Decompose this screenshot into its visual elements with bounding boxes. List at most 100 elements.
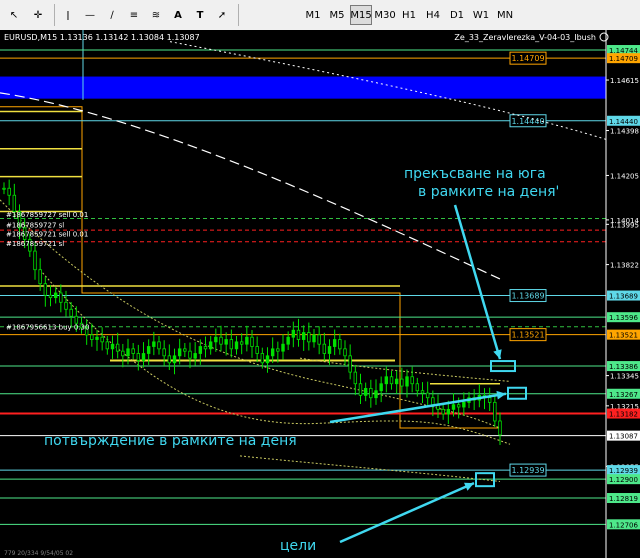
timeframe-button-h4[interactable]: H4 — [422, 5, 444, 25]
timeframe-button-h1[interactable]: H1 — [398, 5, 420, 25]
axis-label-2: 1.14615 — [610, 77, 639, 85]
footer-text: 779 20/334 9/54/05 02 — [4, 550, 73, 557]
crosshair-icon[interactable]: ✛ — [28, 5, 48, 25]
timeframe-button-w1[interactable]: W1 — [470, 5, 492, 25]
candle-body-25 — [131, 348, 135, 354]
candle-body-34 — [177, 348, 182, 357]
candle-body-48 — [250, 336, 254, 347]
axis-label-3: 1.14440 — [609, 118, 638, 126]
candle-body-82 — [425, 392, 430, 399]
candle-body-49 — [255, 346, 259, 354]
candle-body-32 — [167, 355, 172, 364]
candle-body-19 — [100, 336, 104, 343]
axis-label-5: 1.14205 — [610, 172, 639, 180]
axis-label-1: 1.14709 — [609, 55, 638, 63]
axis-label-8: 1.13822 — [610, 262, 639, 270]
candle-body-23 — [121, 350, 125, 357]
candle-body-0 — [2, 187, 6, 190]
candle-body-87 — [451, 404, 456, 410]
annotation-breakout-line1: прекъсване на юга — [404, 166, 546, 182]
supply-zone — [0, 76, 606, 99]
symbol-info: EURUSD,M15 1.13136 1.13142 1.13084 1.130… — [4, 33, 200, 42]
candle-body-37 — [193, 353, 197, 359]
candle-body-41 — [214, 336, 218, 343]
timeframe-button-mn[interactable]: MN — [494, 5, 516, 25]
candle-body-69 — [358, 383, 363, 396]
label-icon[interactable]: T — [190, 5, 210, 25]
candle-body-67 — [348, 355, 352, 373]
annotation-confirm: потвърждение в рамките на деня — [44, 433, 297, 449]
candle-body-51 — [265, 355, 270, 364]
order-label-0: #1867859727 sell 0.01 — [6, 211, 88, 219]
channel-icon[interactable]: ≡ — [124, 5, 144, 25]
candle-body-86 — [446, 408, 451, 415]
axis-label-19: 1.12939 — [609, 467, 638, 475]
candle-body-18 — [95, 336, 99, 340]
candle-body-36 — [188, 350, 192, 359]
timeframe-button-d1[interactable]: D1 — [446, 5, 468, 25]
candle-body-50 — [260, 353, 265, 364]
candle-body-66 — [343, 348, 347, 357]
candle-body-75 — [389, 376, 394, 385]
price-chart[interactable]: 1.14709 1.14440 1.13689 1.13521 1.12939 #186… — [0, 30, 640, 558]
candle-body-81 — [420, 390, 425, 394]
candle-body-45 — [234, 341, 239, 350]
axis-label-10: 1.13596 — [609, 314, 638, 322]
candle-body-56 — [291, 329, 296, 338]
timeframe-button-m15[interactable]: M15 — [350, 5, 372, 25]
candle-body-71 — [369, 387, 373, 399]
trendline-icon[interactable]: ∕ — [102, 5, 122, 25]
candle-body-39 — [203, 346, 208, 350]
axis-label-20: 1.12900 — [609, 476, 638, 484]
candle-body-94 — [487, 397, 492, 403]
candle-body-59 — [307, 332, 311, 343]
candle-body-7 — [38, 269, 42, 285]
candle-body-80 — [415, 383, 420, 392]
candle-body-6 — [33, 250, 37, 271]
candle-body-22 — [115, 343, 120, 352]
candle-body-52 — [270, 348, 275, 357]
cursor-icon[interactable]: ↖ — [4, 5, 24, 25]
candle-body-44 — [229, 339, 234, 350]
timeframe-button-m5[interactable]: M5 — [326, 5, 348, 25]
annotation-targets: цели — [280, 538, 316, 554]
candle-body-73 — [379, 383, 383, 392]
timeframe-button-m30[interactable]: M30 — [374, 5, 396, 25]
axis-label-16: 1.13182 — [609, 411, 638, 419]
timeframe-button-m1[interactable]: M1 — [302, 5, 324, 25]
candle-body-62 — [322, 343, 327, 354]
candle-body-68 — [353, 371, 358, 385]
candle-body-83 — [431, 397, 435, 406]
axis-label-22: 1.12706 — [609, 521, 638, 529]
candle-body-17 — [90, 334, 94, 340]
level-tag-10: 1.12939 — [511, 466, 544, 475]
axis-label-4: 1.14398 — [610, 128, 639, 136]
vertical-line-icon[interactable]: ǀ — [58, 5, 78, 25]
candle-body-9 — [48, 294, 53, 299]
text-icon[interactable]: A — [168, 5, 188, 25]
candle-body-79 — [410, 376, 414, 385]
candle-body-8 — [43, 283, 48, 296]
horizontal-line-icon[interactable]: — — [80, 5, 100, 25]
candle-body-88 — [456, 404, 461, 408]
candle-body-12 — [64, 301, 68, 310]
level-tag-5: 1.13521 — [511, 331, 544, 340]
axis-label-7: 1.13995 — [610, 221, 639, 229]
candle-body-85 — [441, 408, 445, 415]
candle-body-21 — [110, 343, 115, 350]
candle-body-70 — [363, 387, 368, 396]
candle-body-40 — [208, 341, 213, 350]
candle-body-38 — [198, 346, 203, 354]
arrow-icon[interactable]: ➚ — [212, 5, 232, 25]
candle-body-27 — [141, 353, 146, 361]
order-label-4: #1867956613 buy 0.30 — [6, 324, 89, 332]
fibonacci-icon[interactable]: ≋ — [146, 5, 166, 25]
candle-body-78 — [405, 376, 409, 387]
candle-body-20 — [105, 341, 110, 350]
candle-body-29 — [152, 341, 156, 347]
candle-body-54 — [281, 343, 285, 352]
candle-body-28 — [146, 346, 151, 354]
candle-body-64 — [332, 339, 337, 347]
indicator-name: Ze_33_Zeravlerezka_V-04-03_Ibush — [454, 33, 596, 42]
candle-body-33 — [172, 355, 177, 364]
